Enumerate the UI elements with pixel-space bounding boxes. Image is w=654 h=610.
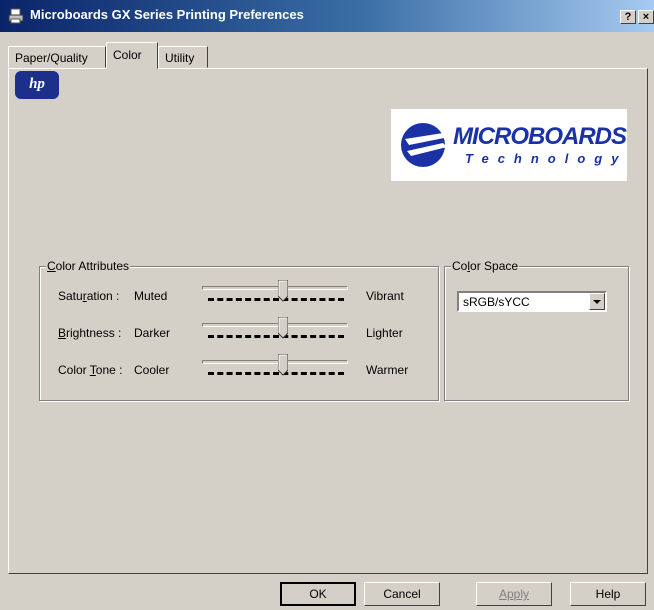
brightness-max-label: Lighter: [366, 326, 403, 340]
printer-icon: [8, 8, 24, 24]
help-button[interactable]: Help: [570, 582, 646, 606]
slider-thumb[interactable]: [278, 280, 288, 302]
slider-thumb[interactable]: [278, 354, 288, 376]
slider-track: [202, 360, 348, 364]
color-tone-max-label: Warmer: [366, 363, 409, 377]
brightness-slider[interactable]: [202, 317, 348, 343]
slider-thumb[interactable]: [278, 317, 288, 339]
brightness-label: Brightness :: [58, 326, 122, 340]
close-icon: ×: [642, 11, 650, 23]
color-space-select[interactable]: sRGB/sYCC: [457, 291, 607, 312]
microboards-logo: MICROBOARDS Technology: [391, 109, 627, 181]
help-title-button[interactable]: ?: [620, 10, 636, 24]
color-space-title: Color Space: [451, 259, 520, 273]
saturation-max-label: Vibrant: [366, 289, 404, 303]
apply-button[interactable]: Apply: [476, 582, 552, 606]
tab-paper-quality[interactable]: Paper/Quality: [8, 46, 106, 68]
color-tone-slider[interactable]: [202, 354, 348, 380]
color-attributes-title: Color Attributes: [46, 259, 131, 273]
color-tone-min-label: Cooler: [134, 363, 170, 377]
slider-track: [202, 323, 348, 327]
tab-utility[interactable]: Utility: [158, 46, 208, 68]
slider-ticks: [208, 298, 344, 302]
ok-button[interactable]: OK: [280, 582, 356, 606]
brand-subtitle: Technology: [465, 151, 628, 166]
saturation-min-label: Muted: [134, 289, 168, 303]
saturation-label: Saturation :: [58, 289, 120, 303]
slider-ticks: [208, 372, 344, 376]
chevron-down-icon: [593, 300, 601, 304]
color-tone-label: Color Tone :: [58, 363, 123, 377]
hp-logo-text: hp: [29, 76, 45, 92]
question-icon: ?: [624, 11, 632, 23]
color-space-value: sRGB/sYCC: [463, 295, 530, 309]
brightness-min-label: Darker: [134, 326, 171, 340]
slider-ticks: [208, 335, 344, 339]
window-title: Microboards GX Series Printing Preferenc…: [30, 7, 304, 22]
color-attributes-group: Color Attributes Saturation : Muted Vibr…: [39, 259, 439, 401]
color-tab-panel: hp MICROBOARDS Technology Color Attribut…: [8, 68, 648, 574]
color-space-group: Color Space sRGB/sYCC: [444, 259, 629, 401]
hp-logo: hp: [15, 71, 59, 99]
slider-track: [202, 286, 348, 290]
title-bar[interactable]: Microboards GX Series Printing Preferenc…: [0, 0, 654, 32]
microboards-emblem-icon: [401, 123, 449, 167]
brand-word: MICROBOARDS: [453, 123, 627, 150]
cancel-button[interactable]: Cancel: [364, 582, 440, 606]
dropdown-button[interactable]: [589, 293, 605, 310]
close-title-button[interactable]: ×: [638, 10, 654, 24]
printing-preferences-dialog: Microboards GX Series Printing Preferenc…: [0, 0, 654, 610]
tab-color[interactable]: Color: [106, 42, 158, 69]
saturation-slider[interactable]: [202, 280, 348, 306]
